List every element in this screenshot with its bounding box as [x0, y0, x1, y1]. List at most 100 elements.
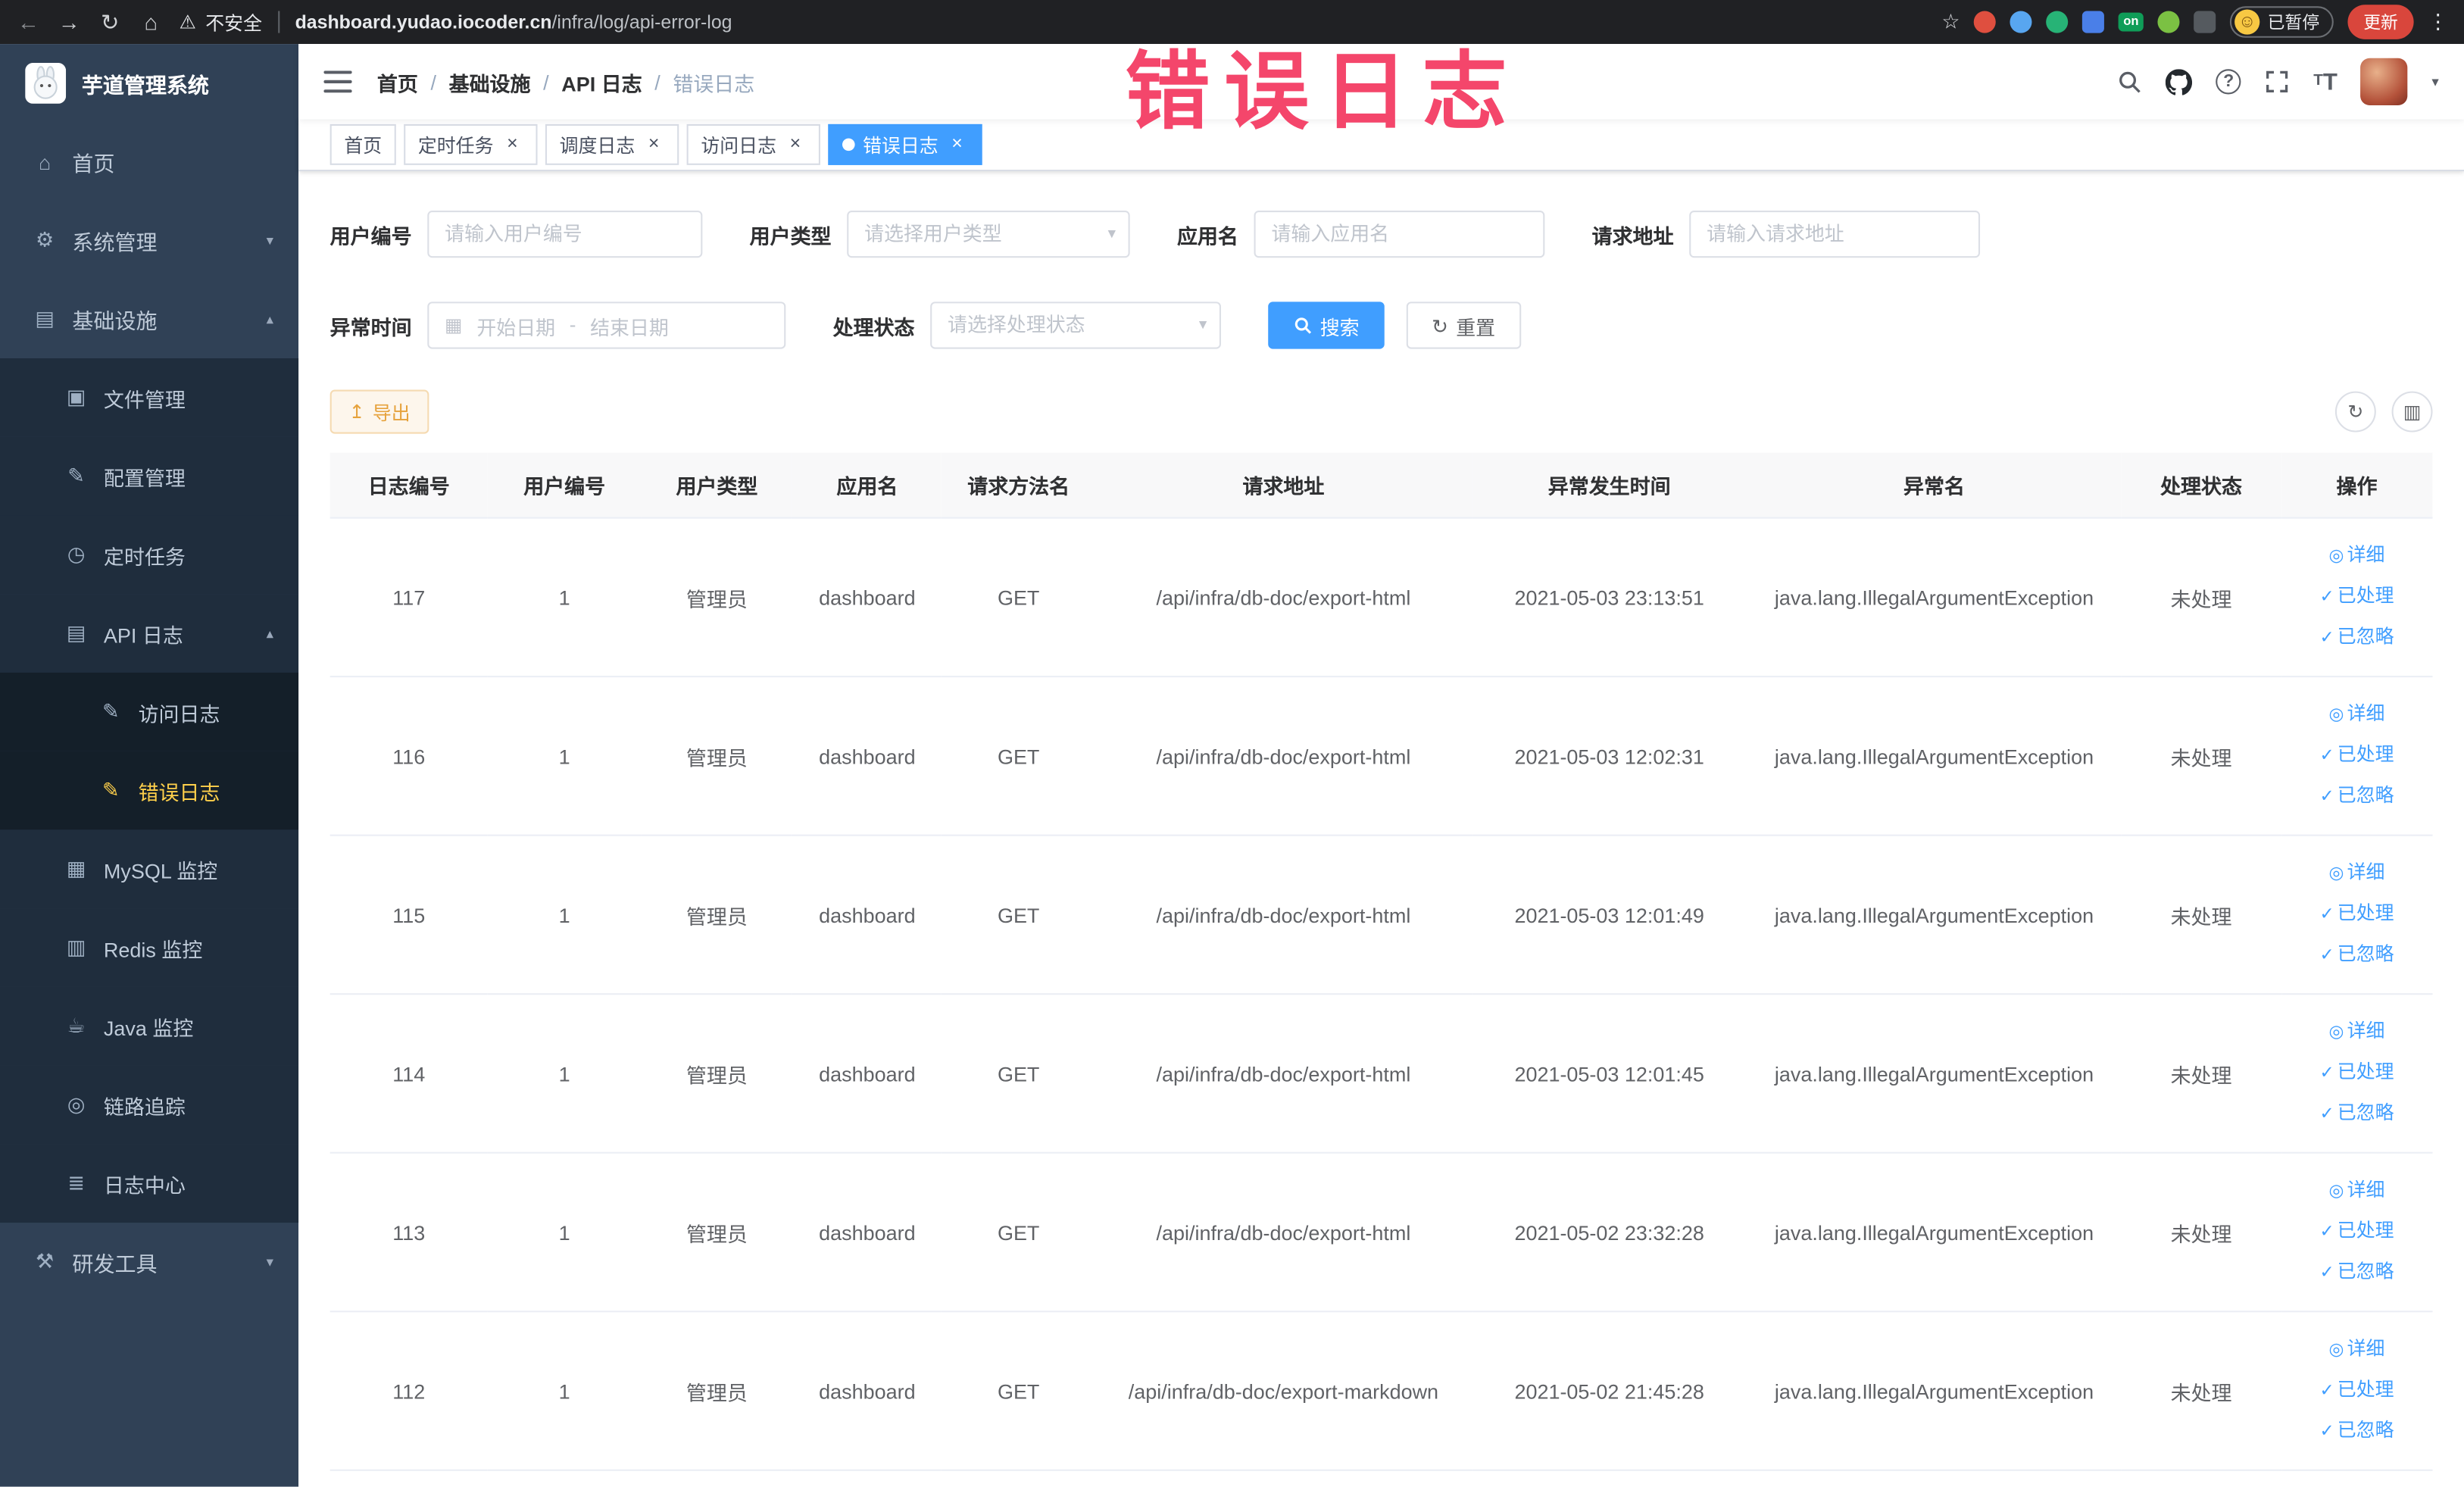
cell-status: 未处理	[2121, 1311, 2281, 1471]
sidebar-item-config-manage[interactable]: ✎ 配置管理	[0, 436, 299, 516]
tab-access-log[interactable]: 访问日志 ×	[686, 123, 821, 165]
fullscreen-icon[interactable]	[2265, 69, 2290, 94]
font-size-icon[interactable]: TT	[2313, 70, 2338, 93]
sidebar-item-file-manage[interactable]: ▣ 文件管理	[0, 358, 299, 437]
start-date-placeholder: 开始日期	[476, 317, 556, 339]
help-icon[interactable]: ?	[2216, 69, 2241, 95]
browser-back-icon[interactable]: ←	[16, 9, 41, 34]
cell-actions: ◎ 详细 ✓ 已处理 ✓ 已忽略	[2281, 1311, 2433, 1471]
sidebar-item-label: 定时任务	[103, 544, 186, 568]
detail-link[interactable]: ◎ 详细	[2288, 695, 2426, 736]
app-name-input[interactable]	[1254, 210, 1545, 258]
breadcrumb-item[interactable]: API 日志	[561, 67, 642, 96]
sidebar-item-home[interactable]: ⌂ 首页	[0, 123, 298, 201]
sidebar-item-redis-monitor[interactable]: ▥ Redis 监控	[0, 908, 299, 987]
refresh-table-button[interactable]: ↻	[2334, 391, 2376, 433]
browser-reload-icon[interactable]: ↻	[98, 8, 123, 35]
sidebar-item-trace[interactable]: ◎ 链路追踪	[0, 1065, 299, 1145]
user-type-select[interactable]: ▾	[847, 210, 1130, 258]
search-button[interactable]: 搜索	[1268, 301, 1385, 349]
column-settings-button[interactable]: ▥	[2391, 391, 2433, 433]
avatar[interactable]	[2361, 58, 2409, 105]
close-icon[interactable]: ×	[643, 133, 665, 155]
chrome-update-button[interactable]: 更新	[2347, 5, 2414, 39]
github-icon[interactable]	[2166, 68, 2193, 95]
sidebar-item-api-log[interactable]: ▤ API 日志 ▴	[0, 594, 299, 673]
reset-button[interactable]: ↻ 重置	[1406, 301, 1521, 349]
detail-link-label: 详细	[2347, 1178, 2385, 1201]
sidebar-item-java-monitor[interactable]: ☕ Java 监控	[0, 986, 299, 1066]
browser-menu-icon[interactable]: ⋮	[2428, 9, 2448, 34]
sidebar-item-log-center[interactable]: ≣ 日志中心	[0, 1144, 299, 1223]
check-icon: ✓	[2319, 787, 2334, 807]
close-icon[interactable]: ×	[784, 133, 806, 155]
sidebar-item-dev-tools[interactable]: ⚒ 研发工具 ▾	[0, 1223, 298, 1301]
extension-icon[interactable]	[2082, 11, 2105, 33]
detail-link[interactable]: ◎ 详细	[2288, 536, 2426, 576]
date-range-picker[interactable]: ▦ 开始日期 - 结束日期	[427, 301, 786, 349]
processed-link[interactable]: ✓ 已处理	[2288, 1053, 2426, 1094]
sidebar-item-infra[interactable]: ▤ 基础设施 ▴	[0, 280, 298, 358]
cell-user-id: 1	[487, 994, 642, 1154]
sidebar-collapse-button[interactable]	[323, 70, 352, 93]
user-id-input[interactable]	[427, 210, 703, 258]
app-logo[interactable]: 芋道管理系统	[0, 44, 298, 123]
detail-link[interactable]: ◎ 详细	[2288, 854, 2426, 895]
user-type-select-input[interactable]	[847, 210, 1130, 258]
ignored-link[interactable]: ✓ 已忽略	[2288, 1411, 2426, 1452]
detail-link[interactable]: ◎ 详细	[2288, 1171, 2426, 1212]
browser-home-icon[interactable]: ⌂	[139, 9, 164, 34]
ignored-link[interactable]: ✓ 已忽略	[2288, 776, 2426, 817]
extension-icon[interactable]	[1974, 11, 1997, 33]
sidebar-item-mysql-monitor[interactable]: ▦ MySQL 监控	[0, 829, 299, 909]
tab-home[interactable]: 首页	[329, 123, 396, 165]
process-status-select[interactable]: ▾	[930, 301, 1222, 349]
address-bar[interactable]: dashboard.yudao.iocoder.cn/infra/log/api…	[295, 11, 732, 33]
extension-icon[interactable]	[2157, 11, 2180, 33]
tab-scheduled-job[interactable]: 定时任务 ×	[404, 123, 538, 165]
extension-on-badge[interactable]: on	[2119, 12, 2144, 32]
detail-link[interactable]: ◎ 详细	[2288, 1329, 2426, 1370]
ignored-link[interactable]: ✓ 已忽略	[2288, 617, 2426, 658]
browser-forward-icon[interactable]: →	[57, 9, 82, 34]
page-content: 用户编号 用户类型 ▾ 应用名 请	[298, 171, 2464, 1487]
close-icon[interactable]: ×	[501, 133, 523, 155]
paused-badge[interactable]: ☺ 已暂停	[2229, 6, 2334, 38]
cell-exception-time: 2021-05-03 12:01:49	[1471, 835, 1747, 995]
processed-link[interactable]: ✓ 已处理	[2288, 576, 2426, 617]
tab-error-log[interactable]: 错误日志 ×	[828, 123, 982, 165]
date-separator: -	[569, 314, 576, 336]
processed-link[interactable]: ✓ 已处理	[2288, 1370, 2426, 1411]
extension-icon[interactable]	[2010, 11, 2032, 33]
close-icon[interactable]: ×	[946, 133, 968, 155]
extension-icon[interactable]	[2194, 11, 2216, 33]
security-chip[interactable]: ⚠ 不安全	[180, 8, 263, 35]
check-icon: ✓	[2319, 587, 2334, 607]
detail-link-label: 详细	[2347, 861, 2385, 883]
request-url-input[interactable]	[1689, 210, 1981, 258]
processed-link[interactable]: ✓ 已处理	[2288, 1212, 2426, 1253]
sidebar-item-error-log[interactable]: ✎ 错误日志	[0, 751, 299, 830]
ignored-link[interactable]: ✓ 已忽略	[2288, 1252, 2426, 1293]
detail-link[interactable]: ◎ 详细	[2288, 1012, 2426, 1053]
processed-link[interactable]: ✓ 已处理	[2288, 894, 2426, 935]
sidebar-item-access-log[interactable]: ✎ 访问日志	[0, 672, 299, 751]
processed-link[interactable]: ✓ 已处理	[2288, 736, 2426, 776]
col-method: 请求方法名	[942, 452, 1096, 519]
chevron-down-icon[interactable]: ▾	[2431, 73, 2438, 90]
sidebar-item-scheduled-job[interactable]: ◷ 定时任务	[0, 515, 299, 595]
extension-icon[interactable]	[2046, 11, 2069, 33]
ignored-link[interactable]: ✓ 已忽略	[2288, 1094, 2426, 1135]
sidebar-item-system[interactable]: ⚙ 系统管理 ▾	[0, 201, 298, 280]
breadcrumb-item[interactable]: 首页	[377, 67, 418, 96]
process-status-select-input[interactable]	[930, 301, 1222, 349]
breadcrumb-item[interactable]: 基础设施	[449, 67, 531, 96]
tab-dispatch-log[interactable]: 调度日志 ×	[545, 123, 679, 165]
export-button[interactable]: ↥ 导出	[329, 389, 429, 434]
search-icon[interactable]	[2117, 69, 2142, 94]
sidebar-item-label: 首页	[72, 152, 115, 177]
bookmark-star-icon[interactable]: ☆	[1941, 9, 1960, 34]
ignored-link[interactable]: ✓ 已忽略	[2288, 935, 2426, 976]
sidebar: 芋道管理系统 ⌂ 首页 ⚙ 系统管理 ▾ ▤ 基础设施 ▴ ▣ 文件管理 ✎ 配…	[0, 44, 299, 1487]
cell-user-type: 管理员	[641, 1311, 793, 1471]
